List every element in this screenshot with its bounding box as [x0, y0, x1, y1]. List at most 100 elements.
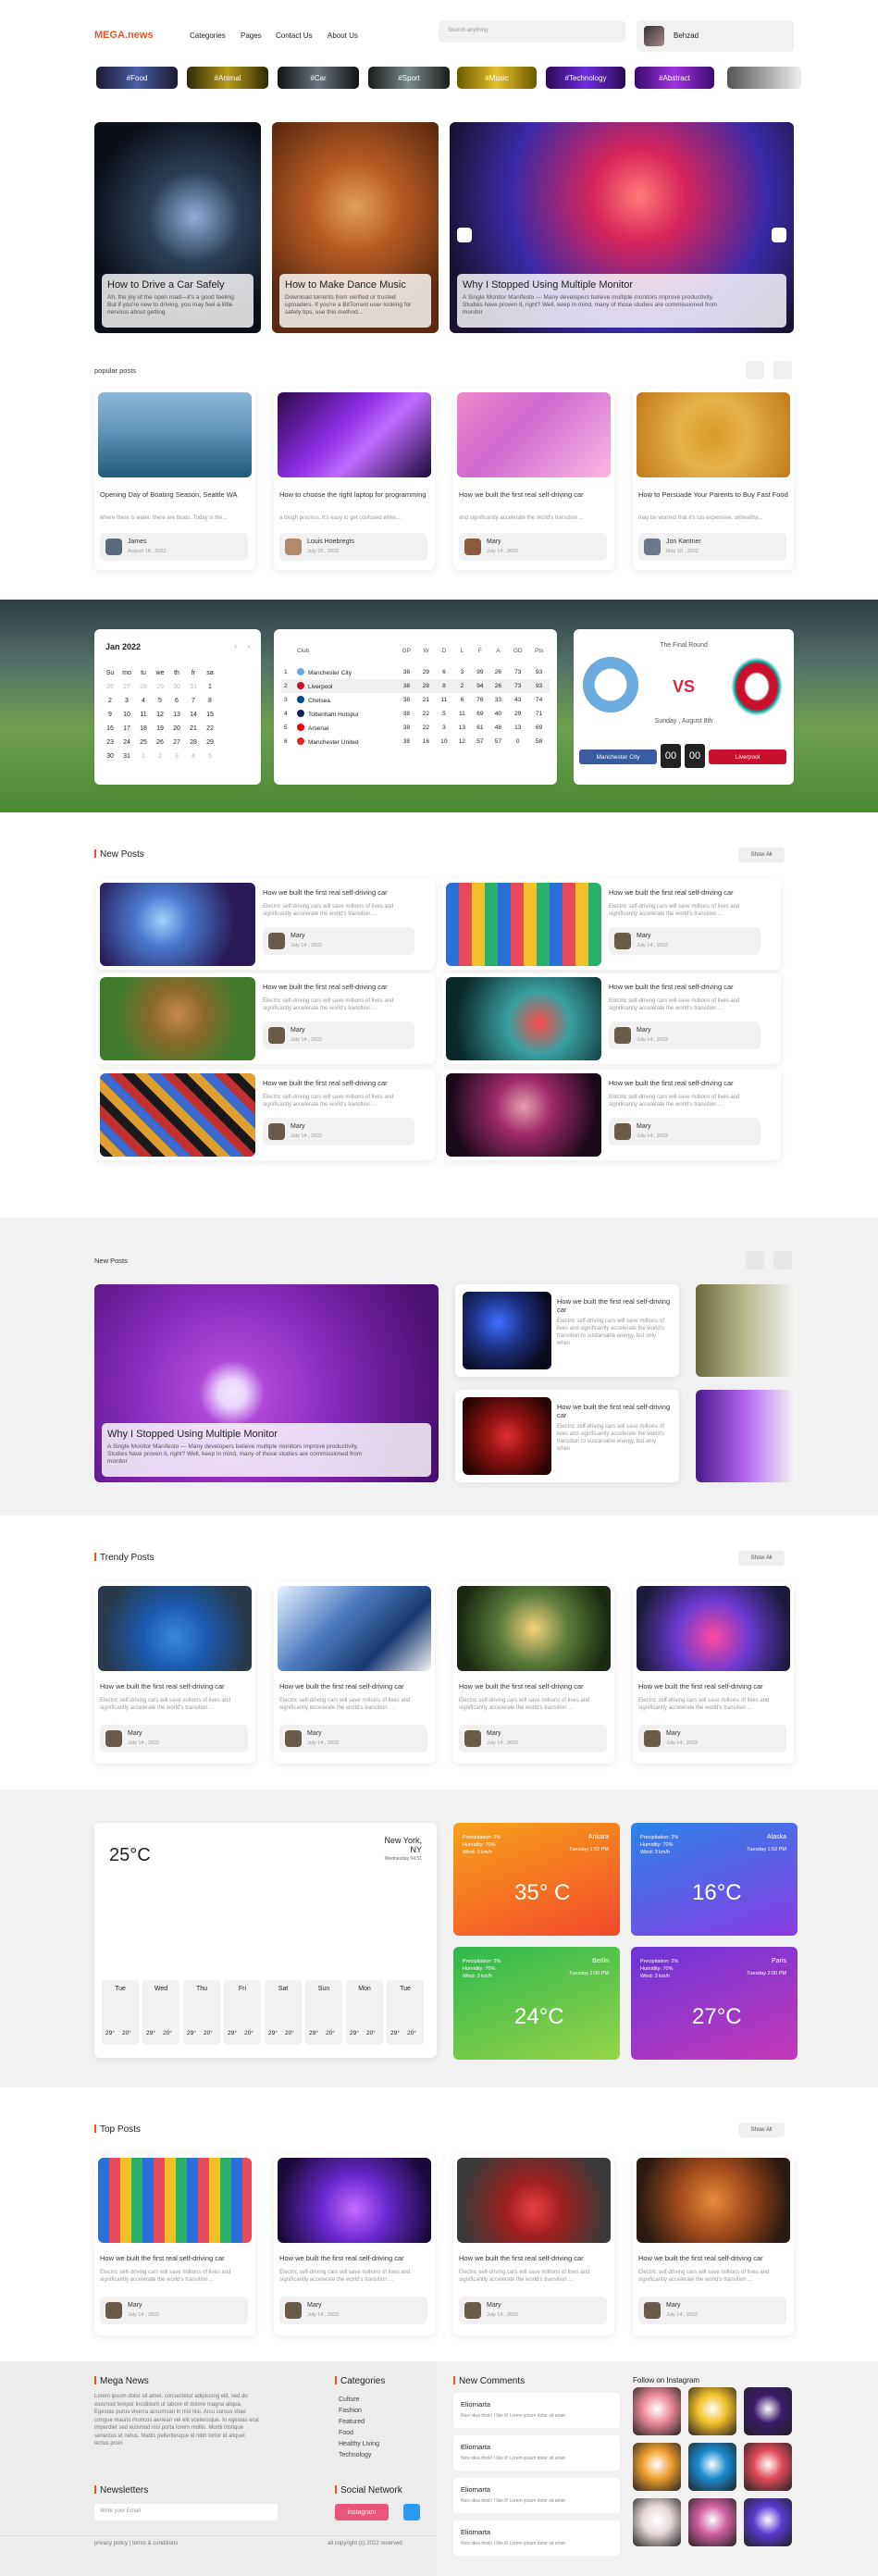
post-card[interactable]: How we built the first real self-driving…: [94, 1582, 255, 1764]
popular-card[interactable]: Opening Day of Boating Season, Seattle W…: [94, 389, 255, 570]
calendar-day[interactable]: 9: [102, 708, 118, 722]
calendar-day[interactable]: 14: [185, 708, 202, 722]
side-post-1[interactable]: How we built the first real self-driving…: [455, 1284, 679, 1377]
calendar-day[interactable]: 24: [118, 736, 135, 749]
calendar-day[interactable]: 19: [152, 722, 168, 736]
calendar-day[interactable]: 20: [168, 722, 185, 736]
calendar-day[interactable]: 26: [152, 736, 168, 749]
instagram-photo[interactable]: [744, 2443, 792, 2491]
tag-abstract[interactable]: #Abstract: [635, 67, 714, 89]
hero-title[interactable]: How to Make Dance Music: [285, 279, 406, 291]
logo[interactable]: MEGA.news: [94, 30, 154, 41]
slider-prev-button[interactable]: [457, 228, 472, 242]
comment-card[interactable]: Eliornarta Nice idea think! I like it! L…: [453, 2435, 620, 2471]
calendar-day[interactable]: 3: [118, 694, 135, 708]
city-weather-card[interactable]: Precipitation: 2% Humidity: 70% Wind: 3 …: [631, 1823, 798, 1936]
social-icon[interactable]: [403, 2504, 420, 2520]
instagram-photo[interactable]: [633, 2443, 681, 2491]
instagram-photo[interactable]: [744, 2498, 792, 2546]
user-box[interactable]: Behzad: [637, 20, 794, 52]
post-card-title[interactable]: How we built the first real self-driving…: [459, 1682, 612, 1690]
footer-category-link[interactable]: Fashion: [339, 2408, 362, 2414]
calendar-day[interactable]: 26: [102, 680, 118, 694]
calendar-day[interactable]: 5: [152, 694, 168, 708]
tag-car[interactable]: #Car: [278, 67, 359, 89]
hero-card-monitor[interactable]: Why I Stopped Using Multiple Monitor A S…: [450, 122, 794, 333]
calendar-day[interactable]: 5: [202, 749, 218, 763]
feature-card[interactable]: Why I Stopped Using Multiple Monitor A S…: [94, 1284, 439, 1482]
calendar-day[interactable]: 15: [202, 708, 218, 722]
post-card-title[interactable]: How we built the first real self-driving…: [263, 983, 429, 991]
nav-contact-us[interactable]: Contact Us: [276, 31, 313, 40]
calendar-day[interactable]: 30: [168, 680, 185, 694]
instagram-photo[interactable]: [688, 2498, 736, 2546]
calendar-day[interactable]: 2: [152, 749, 168, 763]
new-posts-2-prev-button[interactable]: [746, 1251, 764, 1269]
post-card[interactable]: How we built the first real self-driving…: [274, 2154, 435, 2335]
calendar-day[interactable]: 18: [135, 722, 152, 736]
footer-category-link[interactable]: Technology: [339, 2452, 371, 2458]
calendar-day[interactable]: 27: [168, 736, 185, 749]
post-card-title[interactable]: How we built the first real self-driving…: [609, 888, 775, 897]
calendar-day[interactable]: 29: [202, 736, 218, 749]
footer-category-link[interactable]: Culture: [339, 2396, 360, 2403]
post-card-title[interactable]: How we built the first real self-driving…: [100, 1682, 254, 1690]
top-show-all[interactable]: Show All: [738, 2123, 785, 2137]
nav-categories[interactable]: Categories: [190, 31, 226, 40]
calendar-day[interactable]: 30: [102, 749, 118, 763]
post-card-title[interactable]: How we built the first real self-driving…: [609, 1079, 775, 1087]
league-row[interactable]: 1 Manchester City 38 29 6 3 99 26 73 93: [281, 665, 550, 679]
instagram-photo[interactable]: [744, 2387, 792, 2435]
post-card-title[interactable]: How we built the first real self-driving…: [609, 983, 775, 991]
side-post-2[interactable]: How we built the first real self-driving…: [455, 1390, 679, 1482]
city-weather-card[interactable]: Precipitation: 2% Humidity: 70% Wind: 3 …: [453, 1823, 620, 1936]
popular-prev-button[interactable]: [746, 361, 764, 379]
slider-next-button[interactable]: [772, 228, 786, 242]
search-input[interactable]: Search anything: [439, 20, 625, 43]
calendar-day[interactable]: 4: [135, 694, 152, 708]
footer-category-link[interactable]: Healthy Living: [339, 2441, 379, 2447]
tag-sport[interactable]: #Sport: [368, 67, 450, 89]
calendar-day[interactable]: 2: [102, 694, 118, 708]
post-card[interactable]: How we built the first real self-driving…: [94, 2154, 255, 2335]
calendar-day[interactable]: 27: [118, 680, 135, 694]
calendar-day[interactable]: 11: [135, 708, 152, 722]
post-card[interactable]: How we built the first real self-driving…: [442, 1070, 781, 1160]
hero-title[interactable]: How to Drive a Car Safely: [107, 279, 225, 291]
popular-next-button[interactable]: [773, 361, 792, 379]
post-card-title[interactable]: How we built the first real self-driving…: [279, 2254, 433, 2262]
newsletter-input[interactable]: Write your Email: [94, 2504, 278, 2520]
post-card[interactable]: How we built the first real self-driving…: [274, 1582, 435, 1764]
instagram-photo[interactable]: [688, 2443, 736, 2491]
footer-category-link[interactable]: Food: [339, 2430, 353, 2436]
calendar-day[interactable]: 31: [185, 680, 202, 694]
popular-card[interactable]: How we built the first real self-driving…: [453, 389, 614, 570]
calendar-day[interactable]: 22: [202, 722, 218, 736]
post-card-title[interactable]: How we built the first real self-driving…: [263, 888, 429, 897]
post-card-title[interactable]: How we built the first real self-driving…: [279, 1682, 433, 1690]
hero-card-car[interactable]: How to Drive a Car Safely Ah, the joy of…: [94, 122, 261, 333]
post-card[interactable]: How we built the first real self-driving…: [633, 2154, 794, 2335]
popular-card-title[interactable]: How to Persuade Your Parents to Buy Fast…: [638, 490, 792, 499]
league-row[interactable]: 6 Manchester United 38 16 10 12 57 57 0 58: [281, 735, 550, 749]
calendar-day[interactable]: 17: [118, 722, 135, 736]
post-card-title[interactable]: How we built the first real self-driving…: [263, 1079, 429, 1087]
popular-card[interactable]: How to Persuade Your Parents to Buy Fast…: [633, 389, 794, 570]
post-card-title[interactable]: How we built the first real self-driving…: [638, 2254, 792, 2262]
calendar-next-icon[interactable]: ›: [247, 642, 250, 650]
calendar-day[interactable]: 10: [118, 708, 135, 722]
comment-card[interactable]: Eliornarta Nice idea think! I like it! L…: [453, 2520, 620, 2556]
trendy-show-all[interactable]: Show All: [738, 1551, 785, 1566]
side-post-title[interactable]: How we built the first real self-driving…: [557, 1297, 674, 1314]
popular-card-title[interactable]: How to choose the right laptop for progr…: [279, 490, 433, 499]
privacy-links[interactable]: privacy policy | terms & conditions: [94, 2541, 178, 2546]
calendar-day[interactable]: 6: [168, 694, 185, 708]
calendar-day[interactable]: 25: [135, 736, 152, 749]
calendar-day[interactable]: 1: [202, 680, 218, 694]
post-card[interactable]: How we built the first real self-driving…: [96, 1070, 435, 1160]
calendar-day[interactable]: 1: [135, 749, 152, 763]
calendar-day[interactable]: 12: [152, 708, 168, 722]
calendar-day[interactable]: 7: [185, 694, 202, 708]
calendar-day[interactable]: 29: [152, 680, 168, 694]
post-card[interactable]: How we built the first real self-driving…: [442, 973, 781, 1064]
